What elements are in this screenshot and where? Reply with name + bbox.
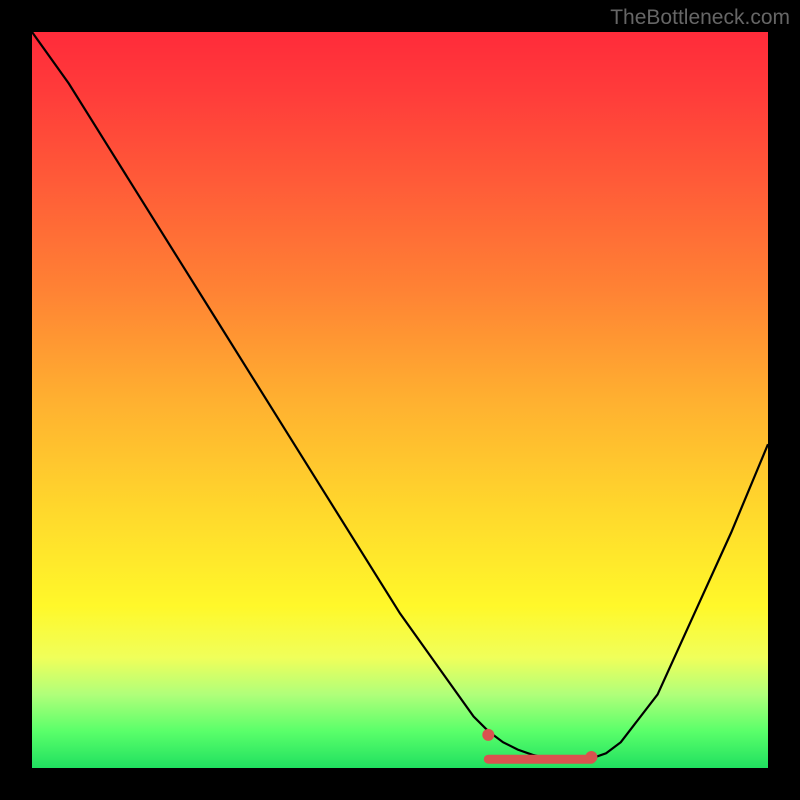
- bottleneck-curve: [32, 32, 768, 761]
- marker-right: [585, 751, 597, 763]
- chart-container: TheBottleneck.com: [0, 0, 800, 800]
- curve-layer: [32, 32, 768, 768]
- plot-area: [32, 32, 768, 768]
- attribution-text: TheBottleneck.com: [610, 6, 790, 30]
- marker-left: [482, 729, 494, 741]
